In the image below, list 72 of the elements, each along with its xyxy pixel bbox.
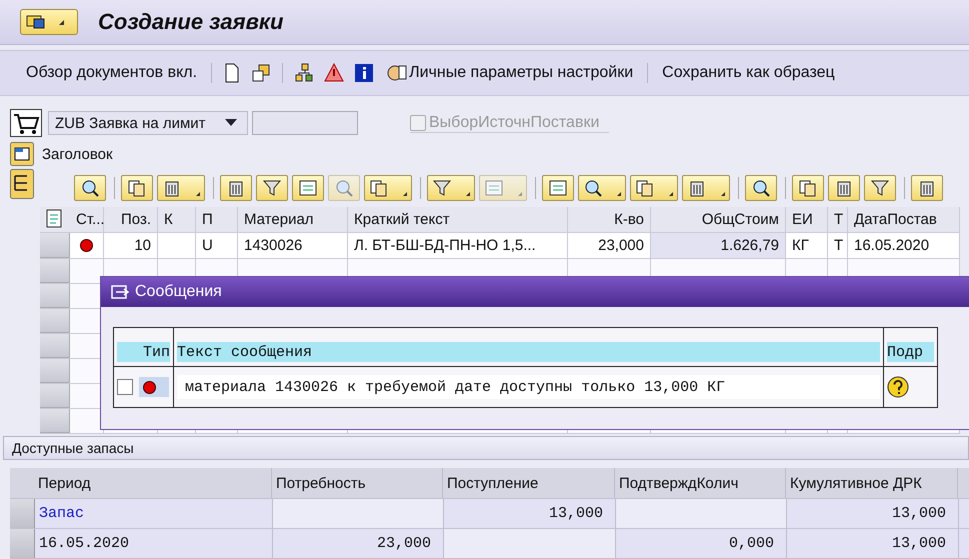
copy-icon (369, 179, 389, 197)
table-cell: 1.626,79 (651, 233, 786, 258)
column-header[interactable]: Т (828, 207, 848, 232)
table-cell: 13,000 (787, 529, 959, 558)
list-icon (298, 179, 318, 197)
table-cell: 13,000 (787, 499, 959, 528)
copy-icon (798, 179, 818, 197)
magnifier-icon (334, 179, 354, 197)
filter-icon (262, 179, 282, 197)
column-header[interactable]: Потребность (272, 468, 443, 498)
error-status-icon (143, 380, 156, 394)
column-header[interactable]: Материал (238, 207, 348, 232)
column-header: Подр (887, 342, 934, 362)
table-cell: Т (828, 233, 848, 258)
column-header[interactable]: Краткий текст (348, 207, 568, 232)
table-cell: U (196, 233, 238, 258)
magnifier-icon (80, 179, 100, 197)
list-icon (548, 179, 568, 197)
magnifier-icon (583, 179, 603, 197)
table-cell: 16.05.2020 (35, 529, 273, 558)
cart-icon[interactable] (10, 109, 42, 137)
table-cell: Л. БТ-БШ-БД-ПН-НО 1,5... (348, 233, 568, 258)
column-header[interactable]: ПодтверждКолич (615, 468, 786, 498)
info-icon[interactable] (354, 63, 374, 83)
tree-icon[interactable] (294, 63, 314, 83)
filter-icon (432, 179, 452, 197)
toolbar-button[interactable]: Личные параметры настройки (379, 59, 642, 87)
header-icon[interactable] (10, 142, 34, 166)
help-icon[interactable] (887, 376, 909, 398)
column-header[interactable]: Поступление (443, 468, 615, 498)
checkbox[interactable] (117, 379, 133, 395)
column-header[interactable]: Поз. (104, 207, 158, 232)
column-header: Тип (117, 342, 170, 362)
error-status-icon (80, 239, 93, 252)
message-text: материала 1430026 к требуемой дате доступны только 13,000 КГ (177, 375, 880, 399)
input-field[interactable] (252, 111, 358, 135)
column-header[interactable]: ДатаПостав (848, 207, 960, 232)
column-header[interactable]: Ст... (70, 207, 104, 232)
window-icon (25, 13, 47, 31)
dropdown-arrow-icon (225, 119, 237, 127)
column-header: Текст сообщения (177, 342, 880, 362)
window-title: Создание заявки (98, 9, 284, 35)
person-icon (387, 63, 408, 83)
column-header[interactable]: ОбщСтоим (651, 207, 786, 232)
table-cell: 0,000 (616, 529, 787, 558)
order-type-dropdown[interactable]: ZUB Заявка на лимит (48, 111, 248, 135)
column-header[interactable]: Кумулятивное ДРК (786, 468, 958, 498)
dialog-icon (111, 284, 129, 300)
column-header[interactable]: К-во (568, 207, 651, 232)
list-icon (484, 179, 504, 197)
page-icon[interactable] (223, 63, 242, 83)
magnifier-icon (751, 179, 771, 197)
header-label: Заголовок (42, 146, 113, 162)
warning-icon[interactable] (324, 63, 344, 83)
copy-icon (127, 179, 147, 197)
column-header[interactable]: Период (34, 468, 272, 498)
filter-icon (870, 179, 890, 197)
dialog-title: Сообщения (135, 283, 222, 301)
column-header[interactable]: К (158, 207, 196, 232)
table-cell: КГ (786, 233, 828, 258)
column-header[interactable]: ЕИ (786, 207, 828, 232)
copy-icon (635, 179, 655, 197)
column-header[interactable]: П (196, 207, 238, 232)
panel-title: Доступные запасы (3, 436, 969, 460)
toolbar-button[interactable]: Сохранить как образец (654, 60, 843, 86)
copy-icon[interactable] (251, 63, 272, 83)
table-cell: 16.05.2020 (848, 233, 960, 258)
toolbar-button[interactable]: Обзор документов вкл. (18, 60, 206, 86)
table-cell: 1430026 (238, 233, 348, 258)
menu-button[interactable] (20, 9, 78, 35)
items-icon[interactable] (10, 169, 34, 199)
table-cell: 10 (104, 233, 158, 258)
